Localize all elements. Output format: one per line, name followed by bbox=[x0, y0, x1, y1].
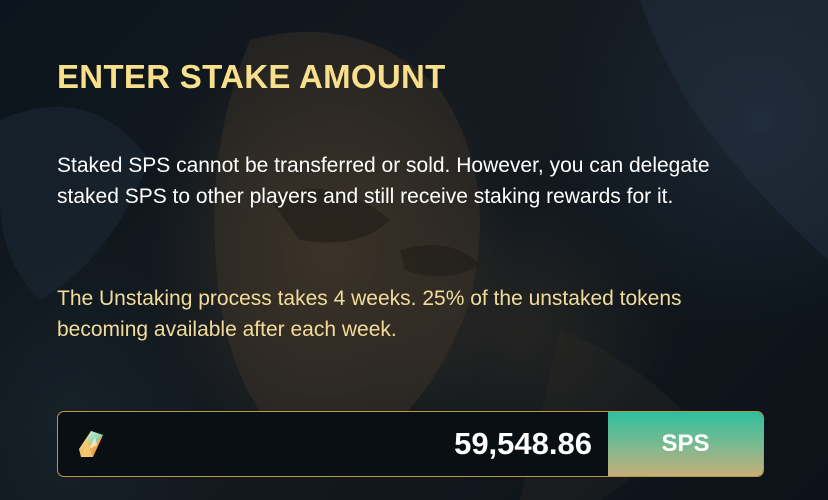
stake-amount-input[interactable] bbox=[58, 412, 608, 476]
stake-dialog: ENTER STAKE AMOUNT Staked SPS cannot be … bbox=[0, 0, 828, 500]
unstake-notice: The Unstaking process takes 4 weeks. 25%… bbox=[57, 287, 682, 341]
stake-description: Staked SPS cannot be transferred or sold… bbox=[57, 154, 710, 208]
token-unit-button[interactable]: SPS bbox=[608, 412, 763, 476]
stake-amount-field: SPS bbox=[57, 411, 764, 477]
sps-crystal-icon bbox=[79, 431, 103, 457]
dialog-title: ENTER STAKE AMOUNT bbox=[57, 58, 446, 95]
